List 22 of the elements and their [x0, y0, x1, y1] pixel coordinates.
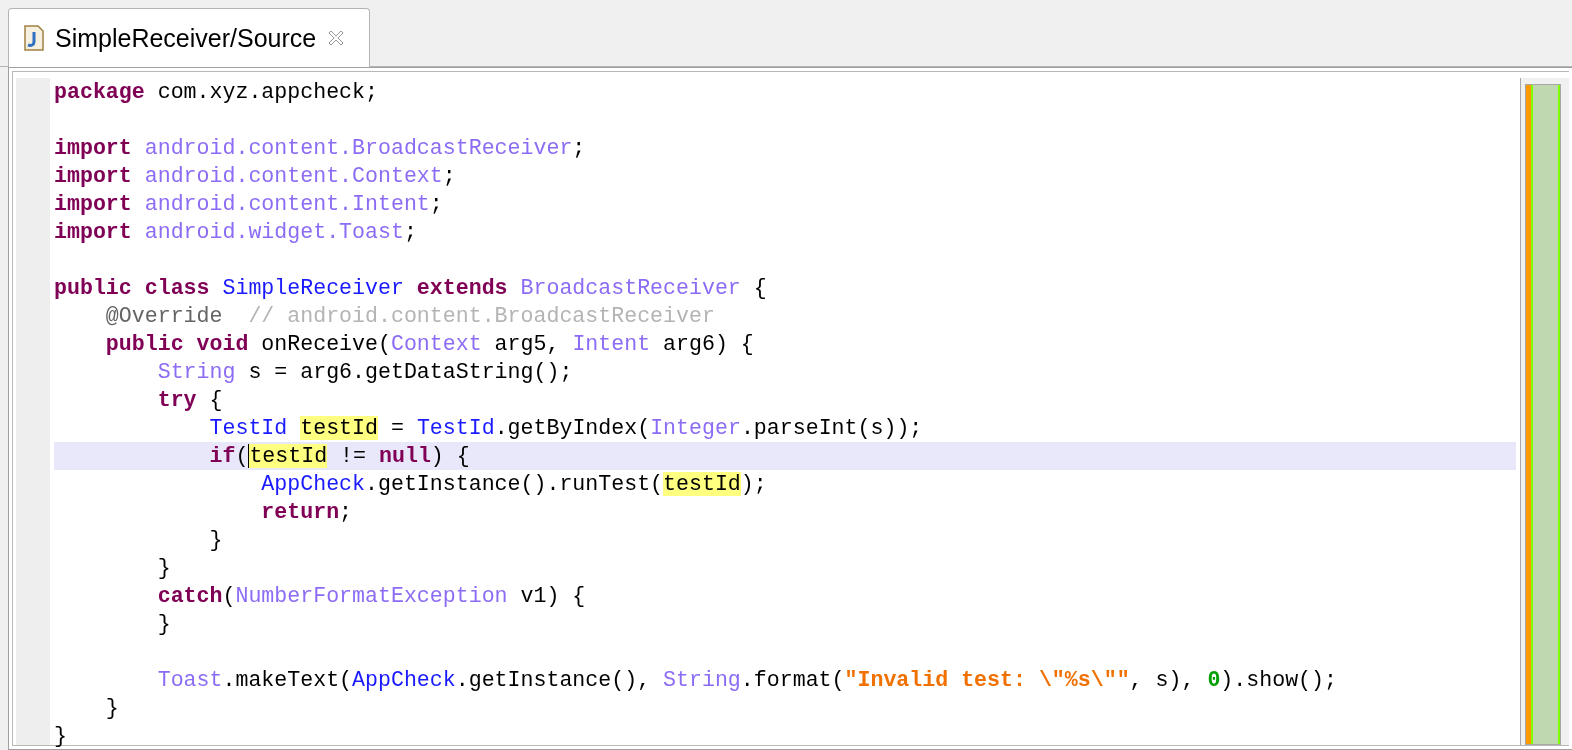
code-line: package com.xyz.appcheck;: [54, 79, 379, 106]
code-line: public void onReceive(Context arg5, Intent arg6) {: [104, 331, 755, 358]
code-line: }: [156, 611, 172, 638]
code-line: return;: [260, 499, 354, 526]
code-line: public class SimpleReceiver extends BroadcastReceiver {: [54, 275, 768, 302]
java-file-icon: [23, 25, 45, 51]
code-line: @Override // android.content.BroadcastReceiver: [104, 303, 716, 330]
code-line: AppCheck.getInstance().runTest(testId);: [260, 471, 768, 498]
editor-tab[interactable]: SimpleReceiver/Source: [8, 8, 370, 67]
code-line: String s = arg6.getDataString();: [156, 359, 574, 386]
code-line: catch(NumberFormatException v1) {: [156, 583, 587, 610]
code-line: TestId testId = TestId.getByIndex(Integer.parseInt(s));: [208, 415, 924, 442]
code-line: }: [104, 695, 120, 722]
code-line: import android.content.Context;: [54, 163, 457, 190]
code-line: import android.content.BroadcastReceiver;: [54, 135, 587, 162]
code-line: }: [156, 555, 172, 582]
code-line: import android.content.Intent;: [54, 191, 444, 218]
code-line: Toast.makeText(AppCheck.getInstance(), String.format("Invalid test: \"%s\"", s), 0).show();: [156, 667, 1338, 694]
code-line: try {: [156, 387, 224, 414]
code-line: }: [208, 527, 224, 554]
code-line: }: [54, 723, 68, 750]
code-line: import android.widget.Toast;: [54, 219, 418, 246]
